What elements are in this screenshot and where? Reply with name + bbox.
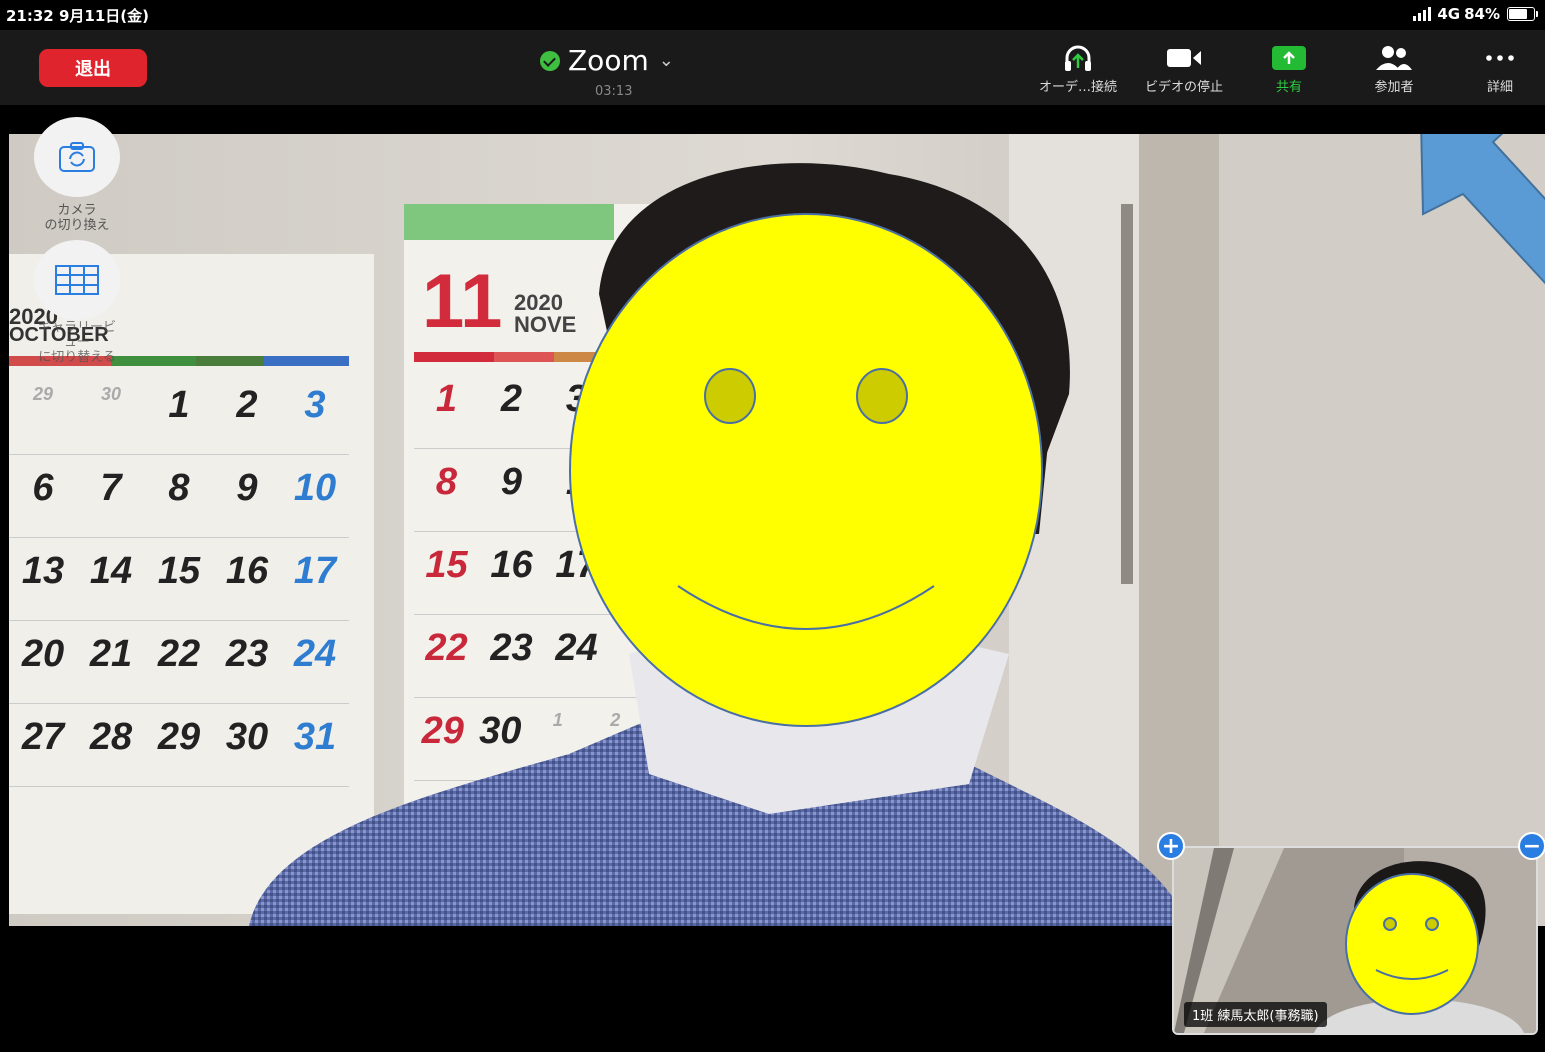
- signal-icon: [1413, 7, 1432, 21]
- meeting-toolbar: 退出 Zoom ⌄ 03:13 オーデ…接続 ビデオの停止 共有 参加者 詳細: [0, 30, 1545, 105]
- switch-camera-icon: [59, 142, 95, 172]
- participant-name: 1班 練馬太郎(事務職): [1184, 1002, 1327, 1027]
- stop-video-button[interactable]: ビデオの停止: [1136, 42, 1232, 95]
- battery-icon: [1507, 7, 1538, 21]
- status-time: 21:32 9月11日(金): [6, 7, 149, 25]
- self-view-thumbnail[interactable]: 1班 練馬太郎(事務職): [1172, 846, 1538, 1035]
- more-icon: [1476, 42, 1524, 74]
- annotation-arrow: [1420, 134, 1545, 285]
- gallery-view-label-line3: に切り替える: [38, 350, 116, 365]
- network-type: 4G: [1437, 5, 1461, 23]
- stop-video-label: ビデオの停止: [1144, 80, 1223, 95]
- meeting-title[interactable]: Zoom ⌄: [540, 44, 700, 77]
- switch-camera-label: カメラ の切り換え: [30, 203, 124, 233]
- gallery-view-label: ギャラリービ ュー に切り替える: [30, 320, 124, 365]
- switch-camera-label-line1: カメラ: [57, 203, 97, 218]
- share-button[interactable]: 共有: [1262, 42, 1316, 95]
- gallery-grid-icon: [55, 265, 99, 295]
- video-top-band: [0, 105, 1545, 134]
- video-camera-icon: [1136, 42, 1232, 74]
- chevron-down-icon: ⌄: [658, 50, 674, 71]
- participants-icon: [1362, 42, 1426, 74]
- participants-button[interactable]: 参加者: [1362, 42, 1426, 95]
- status-right: 4G 84%: [1413, 5, 1538, 23]
- gallery-view-label-line1: ギャラリービ: [37, 320, 116, 335]
- gallery-view-label-line2: ュー: [63, 335, 90, 350]
- share-arrow-icon: [1262, 42, 1316, 74]
- encryption-shield-icon: [540, 50, 560, 71]
- switch-camera-label-line2: の切り換え: [44, 218, 110, 233]
- smiley-right-eye: [856, 368, 908, 424]
- leave-button[interactable]: 退出: [39, 49, 147, 87]
- expand-thumbnail-button[interactable]: +: [1157, 832, 1185, 860]
- smiley-left-eye: [704, 368, 756, 424]
- more-button[interactable]: 詳細: [1476, 42, 1524, 95]
- switch-camera-button[interactable]: [34, 117, 120, 197]
- share-label: 共有: [1275, 80, 1302, 95]
- gallery-view-button[interactable]: [34, 240, 120, 320]
- face-overlay: [569, 213, 1043, 727]
- smiley-face: [569, 213, 1043, 727]
- audio-connect-button[interactable]: オーデ…接続: [1030, 42, 1126, 95]
- minimize-thumbnail-button[interactable]: −: [1518, 832, 1545, 860]
- main-video-feed[interactable]: 2020 OCTOBER 29 30 1 2 3 6 7 8 9 10 13 14 15 16 17 20 21…: [9, 134, 1545, 926]
- meeting-title-text: Zoom: [568, 44, 649, 77]
- thumbnail-face-overlay: [1345, 873, 1479, 1015]
- participants-label: 参加者: [1374, 80, 1414, 95]
- meeting-timer: 03:13: [595, 84, 633, 99]
- status-bar: 21:32 9月11日(金) 4G 84%: [0, 0, 1545, 30]
- battery-percent: 84%: [1464, 5, 1500, 23]
- headphones-icon: [1030, 42, 1126, 74]
- more-label: 詳細: [1486, 80, 1513, 95]
- audio-connect-label: オーデ…接続: [1038, 80, 1117, 95]
